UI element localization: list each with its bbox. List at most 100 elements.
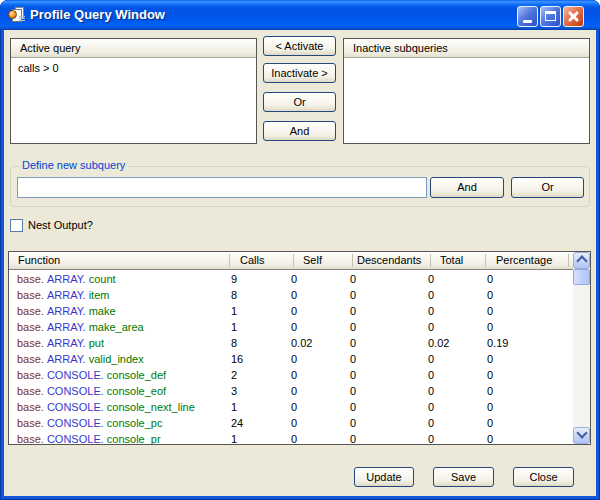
function-class: ARRAY. [47,273,86,285]
save-button[interactable]: Save [433,467,494,487]
column-header-descendants[interactable]: Descendants [357,252,421,269]
cell-descendants: 0 [350,271,356,287]
cell-percentage: 0 [487,367,493,383]
table-row[interactable]: base.CONSOLE.console_eof30000 [9,383,573,399]
scrollbar-thumb[interactable] [573,269,590,285]
cell-percentage: 0 [487,415,493,431]
column-separator [568,254,569,267]
update-button[interactable]: Update [354,467,414,487]
function-cluster: base. [17,305,44,317]
close-button[interactable] [563,6,584,27]
active-query-header: Active query [11,39,256,58]
cell-total: 0 [428,287,434,303]
active-query-item[interactable]: calls > 0 [11,59,256,74]
function-feature: console_pr [107,433,161,444]
table-row[interactable]: base.ARRAY.make_area10000 [9,319,573,335]
inactivate-button[interactable]: Inactivate > [263,63,336,83]
function-class: CONSOLE. [47,369,104,381]
function-cluster: base. [17,369,44,381]
column-header-calls[interactable]: Calls [240,252,264,269]
window-title: Profile Query Window [30,0,165,30]
table-row[interactable]: base.ARRAY.put80.0200.020.19 [9,335,573,351]
function-cell: base.ARRAY.valid_index [17,351,144,367]
table-row[interactable]: base.CONSOLE.console_pr10000 [9,431,573,444]
function-feature: make [89,305,116,317]
cell-self: 0 [291,319,297,335]
cell-self: 0 [291,431,297,444]
table-row[interactable]: base.ARRAY.item80000 [9,287,573,303]
table-row[interactable]: base.ARRAY.make10000 [9,303,573,319]
vertical-scrollbar[interactable] [573,252,590,444]
cell-descendants: 0 [350,383,356,399]
cell-percentage: 0 [487,431,493,444]
cell-percentage: 0.19 [487,335,508,351]
function-class: CONSOLE. [47,385,104,397]
table-row[interactable]: base.CONSOLE.console_pc240000 [9,415,573,431]
column-separator [229,254,230,267]
column-header-percentage[interactable]: Percentage [496,252,552,269]
minimize-button[interactable] [517,6,538,27]
column-separator [485,254,486,267]
cell-self: 0 [291,351,297,367]
and-button[interactable]: And [430,177,504,198]
table-row[interactable]: base.ARRAY.valid_index160000 [9,351,573,367]
nest-output-checkbox[interactable] [10,219,23,232]
cell-descendants: 0 [350,351,356,367]
cell-total: 0 [428,319,434,335]
inactive-subqueries-list[interactable] [344,59,589,143]
function-cluster: base. [17,353,44,365]
column-header-function[interactable]: Function [18,252,60,269]
table-rows: base.ARRAY.count90000base.ARRAY.item8000… [9,271,573,444]
or-button[interactable]: Or [511,177,584,198]
active-query-list[interactable]: calls > 0 [11,59,256,143]
subquery-input[interactable] [17,177,427,198]
function-cluster: base. [17,273,44,285]
function-cell: base.ARRAY.make_area [17,319,144,335]
cell-total: 0 [428,351,434,367]
function-cluster: base. [17,401,44,413]
function-feature: console_pc [107,417,163,429]
function-cluster: base. [17,433,44,444]
function-class: CONSOLE. [47,417,104,429]
cell-calls: 1 [231,303,237,319]
cell-total: 0 [428,431,434,444]
cell-self: 0 [291,399,297,415]
function-cluster: base. [17,385,44,397]
scroll-up-button[interactable] [573,252,590,269]
cell-self: 0 [291,271,297,287]
maximize-button[interactable] [540,6,561,27]
cell-descendants: 0 [350,303,356,319]
cell-calls: 8 [231,335,237,351]
function-cluster: base. [17,289,44,301]
cell-descendants: 0 [350,431,356,444]
function-feature: put [89,337,104,349]
table-row[interactable]: base.ARRAY.count90000 [9,271,573,287]
maximize-icon [545,11,556,21]
function-feature: console_eof [107,385,166,397]
function-cell: base.CONSOLE.console_next_line [17,399,195,415]
function-cluster: base. [17,321,44,333]
column-header-total[interactable]: Total [440,252,463,269]
chevron-down-icon [578,427,585,434]
column-header-self[interactable]: Self [303,252,322,269]
and-combine-button[interactable]: And [263,121,336,141]
cell-calls: 3 [231,383,237,399]
cell-total: 0 [428,303,434,319]
function-class: CONSOLE. [47,401,104,413]
table-row[interactable]: base.CONSOLE.console_def20000 [9,367,573,383]
cell-percentage: 0 [487,399,493,415]
activate-button[interactable]: < Activate [263,36,336,56]
cell-self: 0 [291,287,297,303]
cell-self: 0 [291,415,297,431]
function-cell: base.CONSOLE.console_pc [17,415,162,431]
scroll-down-button[interactable] [573,427,590,444]
cell-percentage: 0 [487,303,493,319]
cell-total: 0 [428,415,434,431]
or-combine-button[interactable]: Or [263,92,336,112]
table-row[interactable]: base.CONSOLE.console_next_line10000 [9,399,573,415]
active-query-panel: Active query calls > 0 [10,38,257,144]
client-area: Active query calls > 0 < Activate Inacti… [4,30,596,496]
cell-percentage: 0 [487,319,493,335]
close-dialog-button[interactable]: Close [513,467,574,487]
cell-calls: 9 [231,271,237,287]
